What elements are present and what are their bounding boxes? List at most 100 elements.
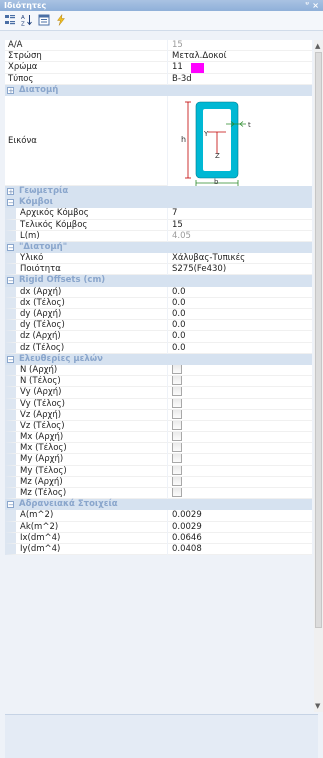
checkbox[interactable] [172, 409, 182, 419]
checkbox[interactable] [172, 420, 182, 430]
property-value[interactable]: 0.0 [168, 309, 312, 321]
category-row[interactable]: − "Διατομή" [5, 241, 312, 254]
property-value[interactable] [168, 476, 312, 488]
collapse-icon[interactable]: − [7, 501, 14, 509]
property-row[interactable]: Υλικό Χάλυβας-Τυπικές [5, 253, 312, 265]
property-row[interactable]: Τύπος B-3d [5, 73, 312, 85]
property-row[interactable]: Vy (Τέλος) [5, 398, 312, 410]
property-value[interactable]: 0.0 [168, 297, 312, 309]
category-row[interactable]: + Γεωμετρία [5, 185, 312, 198]
property-row[interactable]: Mz (Τέλος) [5, 488, 312, 500]
property-row[interactable]: dz (Τέλος) 0.0 [5, 342, 312, 354]
property-row[interactable]: dz (Αρχή) 0.0 [5, 331, 312, 343]
property-value[interactable]: 15 [168, 40, 312, 52]
category-row[interactable]: − Κόμβοι [5, 197, 312, 209]
checkbox[interactable] [172, 443, 182, 453]
pin-icon[interactable]: ᵁ [305, 0, 309, 11]
property-value[interactable]: 0.0029 [168, 510, 312, 522]
property-row[interactable]: Iy(dm^4) 0.0408 [5, 543, 312, 556]
category-row[interactable]: − Αδρανειακά Στοιχεία [5, 499, 312, 511]
property-value[interactable]: 0.0 [168, 320, 312, 332]
property-pages-icon[interactable] [38, 14, 50, 26]
property-value[interactable]: 4.05 [168, 230, 312, 242]
checkbox[interactable] [172, 488, 182, 497]
property-row[interactable]: dy (Αρχή) 0.0 [5, 309, 312, 321]
property-value[interactable]: Χάλυβας-Τυπικές [168, 253, 312, 265]
property-value[interactable] [168, 409, 312, 421]
property-row[interactable]: Ix(dm^4) 0.0646 [5, 532, 312, 544]
close-icon[interactable]: × [312, 0, 319, 11]
property-row[interactable]: My (Αρχή) [5, 454, 312, 466]
property-row[interactable]: Τελικός Κόμβος 15 [5, 219, 312, 231]
property-value[interactable]: 0.0646 [168, 532, 312, 544]
property-value[interactable]: 15 [168, 219, 312, 231]
scroll-up-icon[interactable]: ▲ [315, 42, 320, 50]
property-row[interactable]: My (Τέλος) [5, 465, 312, 477]
property-value[interactable]: 0.0 [168, 331, 312, 343]
checkbox[interactable] [172, 476, 182, 486]
property-value[interactable] [168, 387, 312, 399]
property-value[interactable] [168, 465, 312, 477]
scroll-down-icon[interactable]: ▼ [315, 702, 320, 710]
property-value[interactable] [168, 432, 312, 444]
property-row[interactable]: dy (Τέλος) 0.0 [5, 320, 312, 332]
checkbox[interactable] [172, 387, 182, 397]
property-row[interactable]: dx (Τέλος) 0.0 [5, 297, 312, 309]
category-row[interactable]: − Rigid Offsets (cm) [5, 275, 312, 287]
property-value[interactable] [168, 443, 312, 455]
property-row[interactable]: A(m^2) 0.0029 [5, 510, 312, 522]
property-label: Mz (Τέλος) [5, 488, 167, 500]
property-row[interactable]: Ποιότητα S275(Fe430) [5, 264, 312, 276]
expand-icon[interactable]: + [7, 187, 14, 195]
property-value[interactable] [168, 398, 312, 410]
collapse-icon[interactable]: − [7, 355, 14, 363]
checkbox[interactable] [172, 364, 182, 374]
property-row[interactable]: Mz (Αρχή) [5, 476, 312, 488]
scroll-thumb[interactable] [315, 52, 322, 628]
property-value[interactable] [168, 420, 312, 433]
property-row[interactable]: Στρώση Μεταλ.Δοκοί [5, 51, 312, 63]
checkbox[interactable] [172, 454, 182, 464]
expand-icon[interactable]: + [7, 86, 14, 94]
property-value[interactable]: 11 [168, 62, 312, 74]
property-value[interactable]: S275(Fe430) [168, 264, 312, 276]
property-row[interactable]: Χρώμα 11 [5, 62, 312, 74]
category-row[interactable]: + Διατομή [5, 84, 312, 96]
color-swatch[interactable] [190, 62, 204, 73]
sort-az-icon[interactable]: A Z [21, 14, 33, 26]
property-value[interactable] [168, 454, 312, 466]
categorized-icon[interactable] [4, 14, 16, 26]
property-value[interactable]: 7 [168, 208, 312, 220]
category-row[interactable]: − Ελευθερίες μελών [5, 353, 312, 365]
property-row[interactable]: Vy (Αρχή) [5, 387, 312, 399]
property-row[interactable]: Mx (Αρχή) [5, 432, 312, 444]
property-value[interactable]: 0.0408 [168, 543, 312, 556]
checkbox[interactable] [172, 465, 182, 475]
property-row[interactable]: Αρχικός Κόμβος 7 [5, 208, 312, 220]
property-value[interactable]: 0.0 [168, 342, 312, 354]
property-row[interactable]: N (Αρχή) [5, 364, 312, 377]
checkbox[interactable] [172, 398, 182, 408]
property-value[interactable] [168, 488, 312, 500]
property-row[interactable]: Vz (Τέλος) [5, 420, 312, 433]
property-value[interactable]: B-3d [168, 73, 312, 85]
property-value[interactable]: Μεταλ.Δοκοί [168, 51, 312, 63]
checkbox[interactable] [172, 432, 182, 442]
collapse-icon[interactable]: − [7, 243, 14, 251]
property-row[interactable]: Mx (Τέλος) [5, 443, 312, 455]
collapse-icon[interactable]: − [7, 199, 14, 207]
property-row[interactable]: L(m) 4.05 [5, 230, 312, 242]
property-row[interactable]: Vz (Αρχή) [5, 409, 312, 421]
events-icon[interactable] [55, 14, 67, 26]
checkbox[interactable] [172, 376, 182, 386]
property-row[interactable]: Ak(m^2) 0.0029 [5, 521, 312, 533]
property-value[interactable]: 0.0 [168, 286, 312, 298]
property-row[interactable]: N (Τέλος) [5, 376, 312, 388]
property-value[interactable]: 0.0029 [168, 521, 312, 533]
property-row[interactable]: dx (Αρχή) 0.0 [5, 286, 312, 298]
property-value[interactable] [168, 364, 312, 377]
vertical-scrollbar[interactable]: ▲ ▼ [314, 40, 323, 712]
property-value[interactable] [168, 376, 312, 388]
property-row[interactable]: A/A 15 [5, 40, 312, 52]
collapse-icon[interactable]: − [7, 277, 14, 285]
